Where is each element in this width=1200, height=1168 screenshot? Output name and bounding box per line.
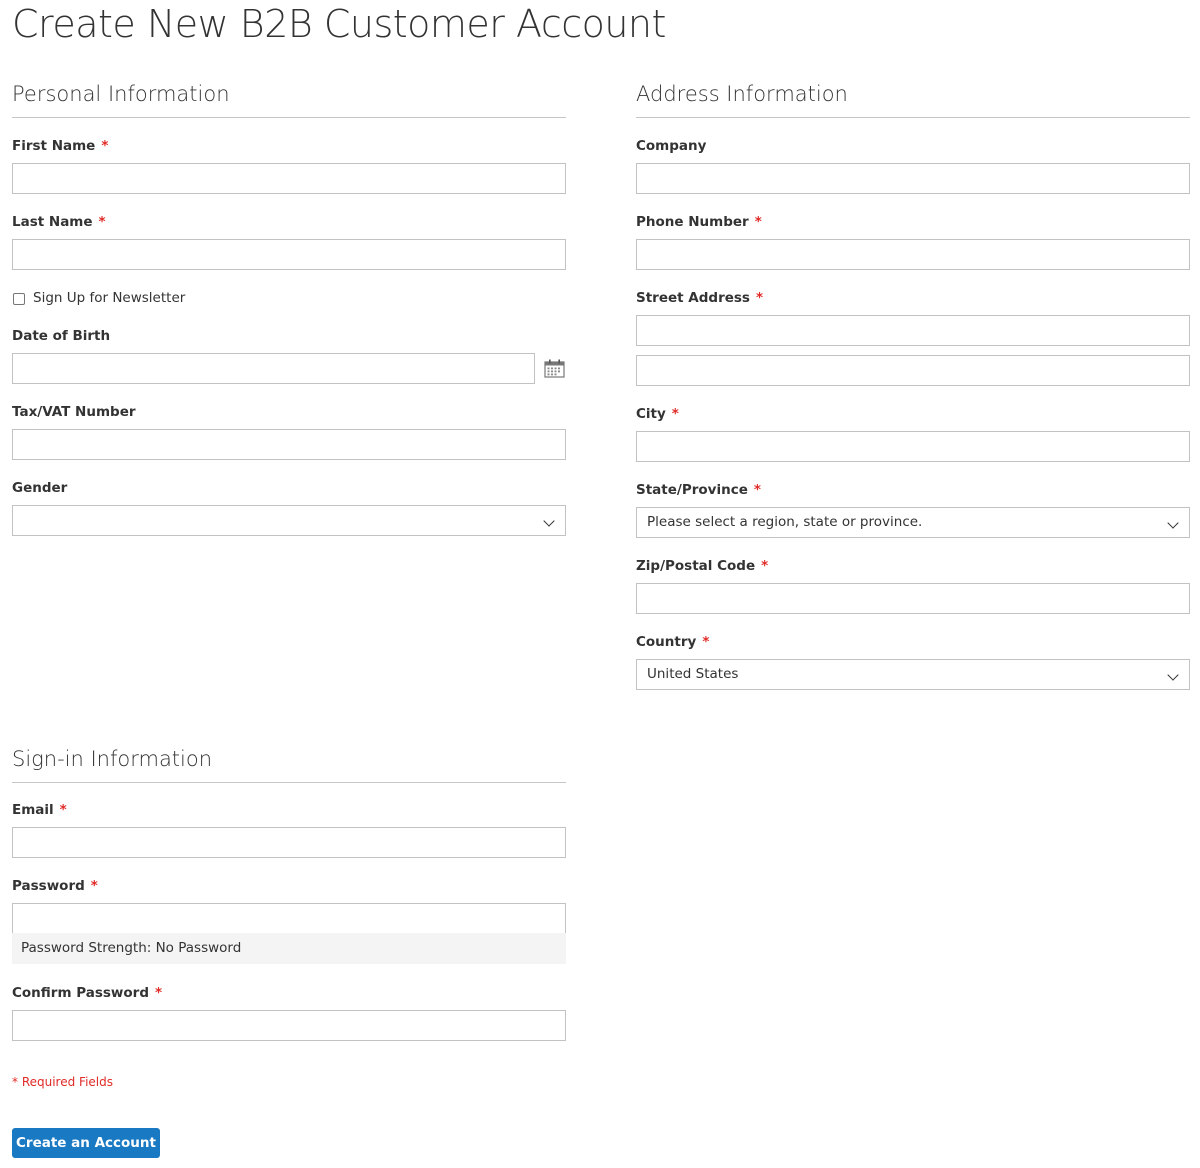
zip-postal-code-input[interactable] <box>636 583 1190 614</box>
signin-information-fieldset: Sign-in Information Email * Password * Pas… <box>12 0 566 1060</box>
required-asterisk: * <box>755 290 764 306</box>
country-label: Country * <box>636 634 710 650</box>
password-strength-meter: Password Strength: No Password <box>12 933 566 964</box>
city-input[interactable] <box>636 431 1190 462</box>
email-input[interactable] <box>12 827 566 858</box>
signin-information-legend: Sign-in Information <box>12 746 566 783</box>
address-information-legend: Address Information <box>636 81 1190 118</box>
chevron-down-icon <box>1167 669 1179 681</box>
password-label: Password * <box>12 878 98 894</box>
company-input[interactable] <box>636 163 1190 194</box>
chevron-down-icon <box>1167 517 1179 529</box>
password-input[interactable] <box>12 903 566 934</box>
street-address-label: Street Address * <box>636 290 764 306</box>
street-address-line1-input[interactable] <box>636 315 1190 346</box>
zip-postal-code-label: Zip/Postal Code * <box>636 558 769 574</box>
required-asterisk: * <box>90 878 98 894</box>
phone-input[interactable] <box>636 239 1190 270</box>
required-asterisk: * <box>753 482 761 498</box>
street-address-line2-input[interactable] <box>636 355 1190 386</box>
required-asterisk: * <box>155 985 163 1001</box>
create-account-button[interactable]: Create an Account <box>12 1128 160 1158</box>
confirm-password-label: Confirm Password * <box>12 985 163 1001</box>
company-label: Company <box>636 138 707 154</box>
required-fields-note: * Required Fields <box>12 1075 113 1089</box>
state-province-select[interactable]: Please select a region, state or provinc… <box>636 507 1190 538</box>
required-asterisk: * <box>671 406 679 422</box>
city-label: City * <box>636 406 679 422</box>
email-label: Email * <box>12 802 67 818</box>
required-asterisk: * <box>702 634 710 650</box>
required-asterisk: * <box>59 802 67 818</box>
state-province-label: State/Province * <box>636 482 761 498</box>
country-select-value: United States <box>647 666 739 682</box>
state-province-select-value: Please select a region, state or provinc… <box>647 514 923 530</box>
address-information-fieldset: Address Information Company Phone Number… <box>636 0 1190 700</box>
phone-label: Phone Number * <box>636 214 762 230</box>
required-asterisk: * <box>761 558 769 574</box>
confirm-password-input[interactable] <box>12 1010 566 1041</box>
country-select[interactable]: United States <box>636 659 1190 690</box>
required-asterisk: * <box>754 214 762 230</box>
